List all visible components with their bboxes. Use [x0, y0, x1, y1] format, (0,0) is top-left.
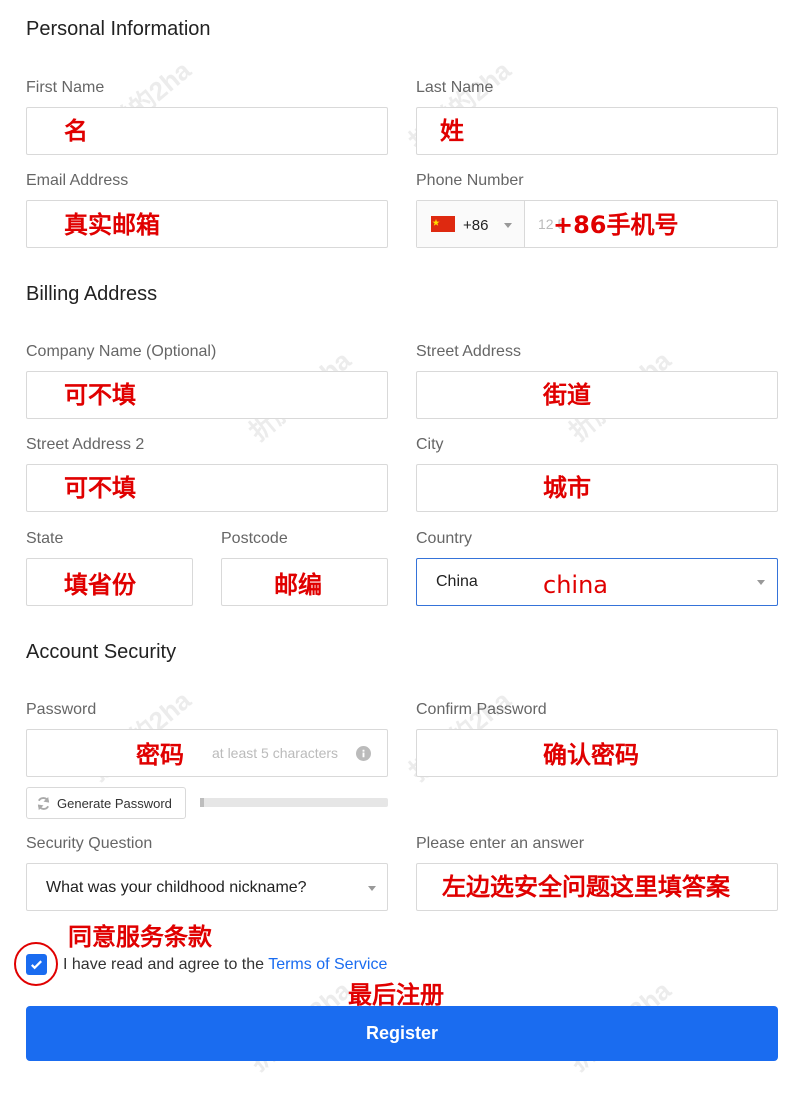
annotation-phone: +86手机号: [553, 211, 679, 239]
annotation-register: 最后注册: [348, 981, 444, 1009]
label-phone: Phone Number: [416, 172, 524, 189]
terms-of-service-link[interactable]: Terms of Service: [268, 956, 387, 973]
annotation-password: 密码: [136, 741, 184, 769]
country-select-value: China: [436, 573, 478, 590]
section-title-security: Account Security: [26, 641, 177, 663]
annotation-company: 可不填: [64, 381, 136, 409]
label-company: Company Name (Optional): [26, 343, 217, 360]
city-input[interactable]: [416, 464, 778, 512]
label-street: Street Address: [416, 343, 521, 360]
annotation-agree: 同意服务条款: [68, 923, 212, 951]
annotation-country: china: [543, 571, 608, 599]
annotation-last-name: 姓: [440, 117, 464, 145]
section-title-personal: Personal Information: [26, 18, 211, 40]
refresh-icon: [37, 796, 50, 811]
cn-flag-icon: [431, 216, 455, 232]
label-city: City: [416, 436, 444, 453]
label-postcode: Postcode: [221, 530, 288, 547]
label-state: State: [26, 530, 64, 547]
password-strength-bar: [200, 798, 388, 807]
label-security-question: Security Question: [26, 835, 153, 852]
terms-prefix: I have read and agree to the: [63, 956, 269, 973]
annotation-first-name: 名: [64, 117, 88, 145]
label-country: Country: [416, 530, 473, 547]
password-hint: at least 5 characters: [212, 745, 339, 761]
annotation-postcode: 邮编: [274, 571, 322, 599]
annotation-city: 城市: [543, 474, 591, 502]
annotation-street: 街道: [543, 381, 591, 409]
country-code-select[interactable]: +86: [417, 201, 525, 247]
terms-text: I have read and agree to the Terms of Se…: [63, 956, 387, 974]
last-name-input[interactable]: [416, 107, 778, 155]
street-address-input[interactable]: [416, 371, 778, 419]
annotation-email: 真实邮箱: [64, 211, 160, 239]
info-icon: [356, 746, 371, 761]
security-question-select[interactable]: What was your childhood nickname?: [26, 863, 388, 911]
annotation-answer: 左边选安全问题这里填答案: [442, 873, 730, 901]
chevron-down-icon: [757, 580, 765, 585]
register-button[interactable]: Register: [26, 1006, 778, 1061]
password-input[interactable]: at least 5 characters: [26, 729, 388, 777]
label-street2: Street Address 2: [26, 436, 145, 453]
annotation-confirm-password: 确认密码: [543, 741, 639, 769]
checkmark-icon: [31, 960, 42, 970]
section-title-billing: Billing Address: [26, 283, 158, 305]
annotation-street2: 可不填: [64, 474, 136, 502]
label-first-name: First Name: [26, 79, 105, 96]
terms-checkbox[interactable]: [26, 954, 47, 975]
label-password: Password: [26, 701, 97, 718]
label-last-name: Last Name: [416, 79, 494, 96]
label-email: Email Address: [26, 172, 129, 189]
label-answer: Please enter an answer: [416, 835, 585, 852]
chevron-down-icon: [504, 223, 512, 228]
annotation-state: 填省份: [64, 571, 136, 599]
chevron-down-icon: [368, 886, 376, 891]
generate-password-label: Generate Password: [57, 796, 172, 811]
label-confirm-password: Confirm Password: [416, 701, 547, 718]
generate-password-button[interactable]: Generate Password: [26, 787, 186, 819]
security-question-value: What was your childhood nickname?: [46, 879, 307, 896]
register-label: Register: [365, 1023, 439, 1043]
country-code-label: +86: [463, 217, 489, 234]
